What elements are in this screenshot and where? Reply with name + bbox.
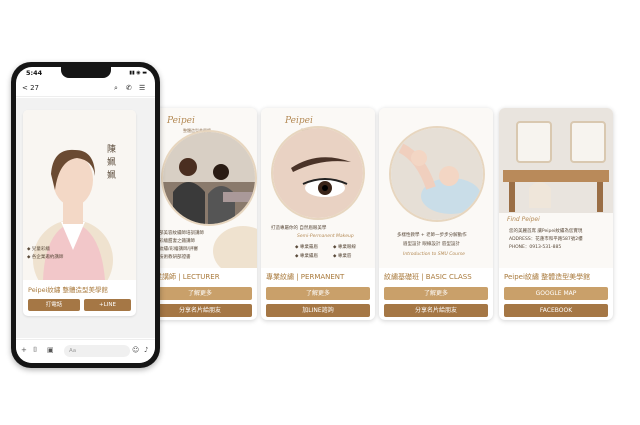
classroom-photo: [161, 130, 257, 226]
message-input-bar: + ⌷ ▣ Aa ☺ ♪: [16, 339, 155, 363]
lecturer-photo: Peipei 整體造型美學館 部美容紋繡師培訓講師 彩繪甜妻之鐵講師 紋繡/彩繪…: [143, 108, 257, 268]
caption-1: 您的美麗首席 讓Peipei紋繡為您實現: [509, 229, 583, 234]
plus-icon[interactable]: +: [21, 346, 27, 354]
profile-card: 陳 姵 姵 ◆ 兒童彩繪 ◆ 各企業邀約講師 Peipei紋繡 整體造型美學館 …: [23, 110, 136, 316]
profile-name: 陳 姵 姵: [107, 145, 117, 181]
eyebrow-photo: [271, 126, 365, 220]
lecturer-card: Peipei 整體造型美學館 部美容紋繡師培訓講師 彩繪甜妻之鐵講師 紋繡/彩繪…: [143, 108, 257, 320]
call-button[interactable]: 打電話: [28, 299, 80, 311]
studio-card: Find Peipei 您的美麗首席 讓Peipei紋繡為您實現 ADDRESS…: [499, 108, 613, 320]
bullet-2: ◆ 各企業邀約講師: [27, 255, 64, 260]
status-icons: ▮▮ ◉ ▬: [129, 70, 147, 76]
chat-header: < 27 ⌕ ✆ ☰: [16, 81, 155, 97]
card-title: Peipei紋繡 整體造型美學館: [504, 273, 591, 281]
phone-call-icon[interactable]: ✆: [126, 84, 132, 92]
check-4: ◆ 專業唇: [333, 254, 352, 259]
facebook-button[interactable]: FACEBOOK: [504, 304, 608, 317]
brand-logo: Peipei: [285, 116, 313, 126]
script-text: Semi-Permanent Makeup: [297, 234, 354, 239]
search-icon[interactable]: ⌕: [114, 84, 118, 93]
permanent-photo: Peipei 整體造型美學館 打造專屬你的 自然眉眼美學 Semi-Perman…: [261, 108, 375, 268]
caption-4: 技術教研部證書: [159, 255, 191, 260]
caption-1: 多樣性教學 + 老師一步步分解動作: [397, 233, 467, 238]
check-3: ◆ 專業繡眉: [295, 254, 318, 259]
address-text: ADDRESS：花蓮市和平路587號2樓: [509, 237, 583, 242]
card-title: Peipei紋繡 整體造型美學館: [28, 286, 108, 294]
share-button[interactable]: 分享名片給朋友: [148, 304, 252, 317]
line-consult-button[interactable]: 加LINE諮詢: [266, 304, 370, 317]
chat-area: 陳 姵 姵 ◆ 兒童彩繪 ◆ 各企業邀約講師 Peipei紋繡 整體造型美學館 …: [16, 98, 155, 338]
learn-more-button[interactable]: 了解更多: [148, 287, 252, 300]
learn-more-button[interactable]: 了解更多: [266, 287, 370, 300]
permanent-card: Peipei 整體造型美學館 打造專屬你的 自然眉眼美學 Semi-Perman…: [261, 108, 375, 320]
phone-screen: 5:44 ▮▮ ◉ ▬ < 27 ⌕ ✆ ☰ 陳 姵 姵 ◆ 兒童彩繪 ◆ 各企…: [16, 67, 155, 363]
caption-1: 部美容紋繡師培訓講師: [159, 231, 204, 236]
training-photo: [389, 126, 485, 222]
bullet-1: ◆ 兒童彩繪: [27, 247, 50, 252]
learn-more-button[interactable]: 了解更多: [384, 287, 488, 300]
check-1: ◆ 專業霧眉: [295, 245, 318, 250]
script-text: Introduction to SMU Course: [403, 252, 465, 257]
camera-icon[interactable]: ⌷: [33, 346, 37, 355]
studio-photo: Find Peipei 您的美麗首席 讓Peipei紋繡為您實現 ADDRESS…: [499, 108, 613, 268]
brand-logo: Peipei: [167, 116, 195, 126]
add-line-button[interactable]: +LINE: [84, 299, 131, 311]
image-icon[interactable]: ▣: [47, 346, 54, 354]
check-2: ◆ 專業眼線: [333, 245, 356, 250]
card-title: 紋繡基礎班 | BASIC CLASS: [384, 273, 472, 281]
phone-notch: [61, 67, 111, 78]
back-button[interactable]: < 27: [22, 84, 39, 92]
tagline: 打造專屬你的 自然眉眼美學: [271, 226, 327, 231]
emoji-icon[interactable]: ☺: [132, 346, 139, 354]
phone-mockup: 5:44 ▮▮ ◉ ▬ < 27 ⌕ ✆ ☰ 陳 姵 姵 ◆ 兒童彩繪 ◆ 各企…: [11, 62, 160, 368]
phone-text: PHONE：0913-531-885: [509, 245, 562, 250]
script-text: Find Peipei: [507, 216, 540, 223]
message-input[interactable]: Aa: [64, 345, 130, 357]
basic-class-card: 多樣性教學 + 老師一步步分解動作 眉型設計 眼線設計 唇型設計 Introdu…: [379, 108, 493, 320]
status-time: 5:44: [26, 69, 43, 77]
card-title: 專業紋繡 | PERMANENT: [266, 273, 345, 281]
decor-blob: [213, 226, 257, 268]
mic-icon[interactable]: ♪: [144, 346, 148, 354]
share-button[interactable]: 分享名片給朋友: [384, 304, 488, 317]
google-map-button[interactable]: GOOGLE MAP: [504, 287, 608, 300]
caption-2: 眉型設計 眼線設計 唇型設計: [403, 242, 460, 247]
profile-photo: 陳 姵 姵 ◆ 兒童彩繪 ◆ 各企業邀約講師: [23, 110, 136, 280]
caption-3: 紋繡/彩繪講師/評審: [159, 247, 199, 252]
caption-2: 彩繪甜妻之鐵講師: [159, 239, 195, 244]
menu-icon[interactable]: ☰: [139, 84, 145, 92]
class-photo: 多樣性教學 + 老師一步步分解動作 眉型設計 眼線設計 唇型設計 Introdu…: [379, 108, 493, 268]
